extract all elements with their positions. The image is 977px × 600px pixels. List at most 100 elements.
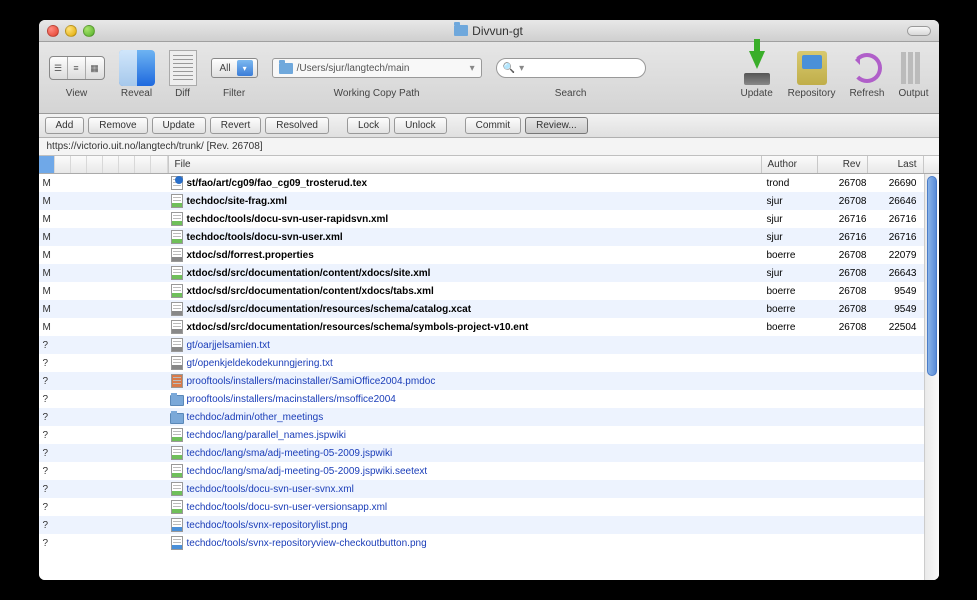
file-path: prooftools/installers/macinstaller/SamiO… — [185, 376, 767, 387]
table-row[interactable]: ?techdoc/tools/docu-svn-user-svnx.xml — [39, 480, 939, 498]
status-flag: ? — [39, 412, 53, 423]
add-button[interactable]: Add — [45, 117, 85, 134]
last-cell: 9549 — [873, 304, 923, 315]
search-input[interactable]: 🔍▾ — [496, 58, 646, 78]
table-row[interactable]: ?techdoc/admin/other_meetings — [39, 408, 939, 426]
resolved-button[interactable]: Resolved — [265, 117, 329, 134]
file-path: gt/openkjeldekodekunngjering.txt — [185, 358, 767, 369]
refresh-button[interactable]: Refresh — [849, 48, 884, 99]
file-path: techdoc/lang/parallel_names.jspwiki — [185, 430, 767, 441]
wcpath-value: /Users/sjur/langtech/main — [297, 63, 410, 74]
file-type-icon — [169, 230, 185, 244]
review-button[interactable]: Review... — [525, 117, 588, 134]
table-row[interactable]: ?techdoc/tools/svnx-repositoryview-check… — [39, 534, 939, 552]
titlebar[interactable]: Divvun-gt — [39, 20, 939, 42]
file-path: st/fao/art/cg09/fao_cg09_trosterud.tex — [185, 178, 767, 189]
file-path: xtdoc/sd/src/documentation/resources/sch… — [185, 304, 767, 315]
table-row[interactable]: Mxtdoc/sd/src/documentation/resources/sc… — [39, 300, 939, 318]
status-flag: ? — [39, 394, 53, 405]
repo-url-text: https://victorio.uit.no/langtech/trunk/ … — [47, 141, 263, 152]
repository-button[interactable]: Repository — [788, 48, 836, 99]
file-type-icon — [169, 446, 185, 460]
unlock-button[interactable]: Unlock — [394, 117, 447, 134]
table-row[interactable]: ?techdoc/tools/docu-svn-user-versionsapp… — [39, 498, 939, 516]
table-row[interactable]: Mtechdoc/tools/docu-svn-user.xmlsjur2671… — [39, 228, 939, 246]
file-list: Mst/fao/art/cg09/fao_cg09_trosterud.text… — [39, 174, 939, 580]
file-path: prooftools/installers/macinstallers/msof… — [185, 394, 767, 405]
table-row[interactable]: ?techdoc/lang/sma/adj-meeting-05-2009.js… — [39, 444, 939, 462]
diff-button[interactable]: Diff — [169, 48, 197, 99]
update-action-button[interactable]: Update — [152, 117, 206, 134]
table-row[interactable]: Mtechdoc/site-frag.xmlsjur2670826646 — [39, 192, 939, 210]
table-row[interactable]: Mtechdoc/tools/docu-svn-user-rapidsvn.xm… — [39, 210, 939, 228]
commit-button[interactable]: Commit — [465, 117, 521, 134]
column-rev[interactable]: Rev — [818, 156, 868, 173]
author-cell: boerre — [767, 286, 823, 297]
status-flag: M — [39, 178, 53, 189]
revert-button[interactable]: Revert — [210, 117, 261, 134]
last-cell: 26646 — [873, 196, 923, 207]
file-path: xtdoc/sd/src/documentation/content/xdocs… — [185, 268, 767, 279]
minimize-icon[interactable] — [65, 25, 77, 37]
table-row[interactable]: ?gt/oarjjelsamien.txt — [39, 336, 939, 354]
author-cell: boerre — [767, 322, 823, 333]
status-flag: M — [39, 196, 53, 207]
remove-button[interactable]: Remove — [88, 117, 147, 134]
file-type-icon — [169, 482, 185, 496]
last-cell: 26716 — [873, 214, 923, 225]
last-cell: 26643 — [873, 268, 923, 279]
table-row[interactable]: Mxtdoc/sd/forrest.propertiesboerre267082… — [39, 246, 939, 264]
refresh-icon — [852, 53, 882, 83]
table-row[interactable]: ? prooftools/installers/macinstallers/mso… — [39, 390, 939, 408]
scrollbar-vertical[interactable] — [924, 174, 939, 580]
location-bar: https://victorio.uit.no/langtech/trunk/ … — [39, 138, 939, 156]
lock-button[interactable]: Lock — [347, 117, 390, 134]
filter-dropdown[interactable]: All▾ — [211, 58, 258, 78]
update-button[interactable]: Update — [740, 48, 774, 99]
status-columns[interactable] — [39, 156, 169, 173]
scroll-thumb[interactable] — [927, 176, 937, 376]
table-row[interactable]: Mxtdoc/sd/src/documentation/resources/sc… — [39, 318, 939, 336]
status-flag: ? — [39, 466, 53, 477]
column-last[interactable]: Last — [868, 156, 924, 173]
last-cell: 22504 — [873, 322, 923, 333]
table-row[interactable]: Mxtdoc/sd/src/documentation/content/xdoc… — [39, 264, 939, 282]
reveal-button[interactable]: Reveal — [119, 48, 155, 99]
table-row[interactable]: ? gt/openkjeldekodekunngjering.txt — [39, 354, 939, 372]
author-cell: sjur — [767, 214, 823, 225]
status-flag: M — [39, 304, 53, 315]
view-group: ☰≡▦ View — [49, 48, 105, 99]
rev-cell: 26708 — [823, 322, 873, 333]
chevron-updown-icon: ▾ — [237, 60, 253, 76]
folder-icon — [454, 25, 468, 36]
zoom-icon[interactable] — [83, 25, 95, 37]
last-cell: 22079 — [873, 250, 923, 261]
view-mode-segmented[interactable]: ☰≡▦ — [49, 56, 105, 80]
finder-icon — [119, 50, 155, 86]
rev-cell: 26716 — [823, 232, 873, 243]
search-icon: 🔍 — [503, 63, 515, 74]
filter-group: All▾ Filter — [211, 48, 258, 99]
working-copy-path-field[interactable]: /Users/sjur/langtech/main▾ — [272, 58, 482, 78]
output-button[interactable]: Output — [898, 48, 928, 99]
diff-label: Diff — [175, 88, 190, 99]
table-row[interactable]: ?techdoc/lang/parallel_names.jspwiki — [39, 426, 939, 444]
toolbar-toggle-icon[interactable] — [907, 26, 931, 36]
column-file[interactable]: File — [169, 156, 762, 173]
filter-label: Filter — [223, 88, 245, 99]
rev-cell: 26708 — [823, 268, 873, 279]
table-row[interactable]: Mxtdoc/sd/src/documentation/content/xdoc… — [39, 282, 939, 300]
table-row[interactable]: ?techdoc/lang/sma/adj-meeting-05-2009.js… — [39, 462, 939, 480]
status-flag: ? — [39, 358, 53, 369]
column-author[interactable]: Author — [762, 156, 818, 173]
table-row[interactable]: ?techdoc/tools/svnx-repositorylist.png — [39, 516, 939, 534]
table-row[interactable]: ?prooftools/installers/macinstaller/Sami… — [39, 372, 939, 390]
wcpath-group: /Users/sjur/langtech/main▾ Working Copy … — [272, 48, 482, 99]
chevron-down-icon: ▾ — [519, 63, 524, 74]
author-cell: sjur — [767, 232, 823, 243]
author-cell: sjur — [767, 196, 823, 207]
rev-cell: 26708 — [823, 178, 873, 189]
table-row[interactable]: Mst/fao/art/cg09/fao_cg09_trosterud.text… — [39, 174, 939, 192]
output-label: Output — [898, 88, 928, 99]
close-icon[interactable] — [47, 25, 59, 37]
